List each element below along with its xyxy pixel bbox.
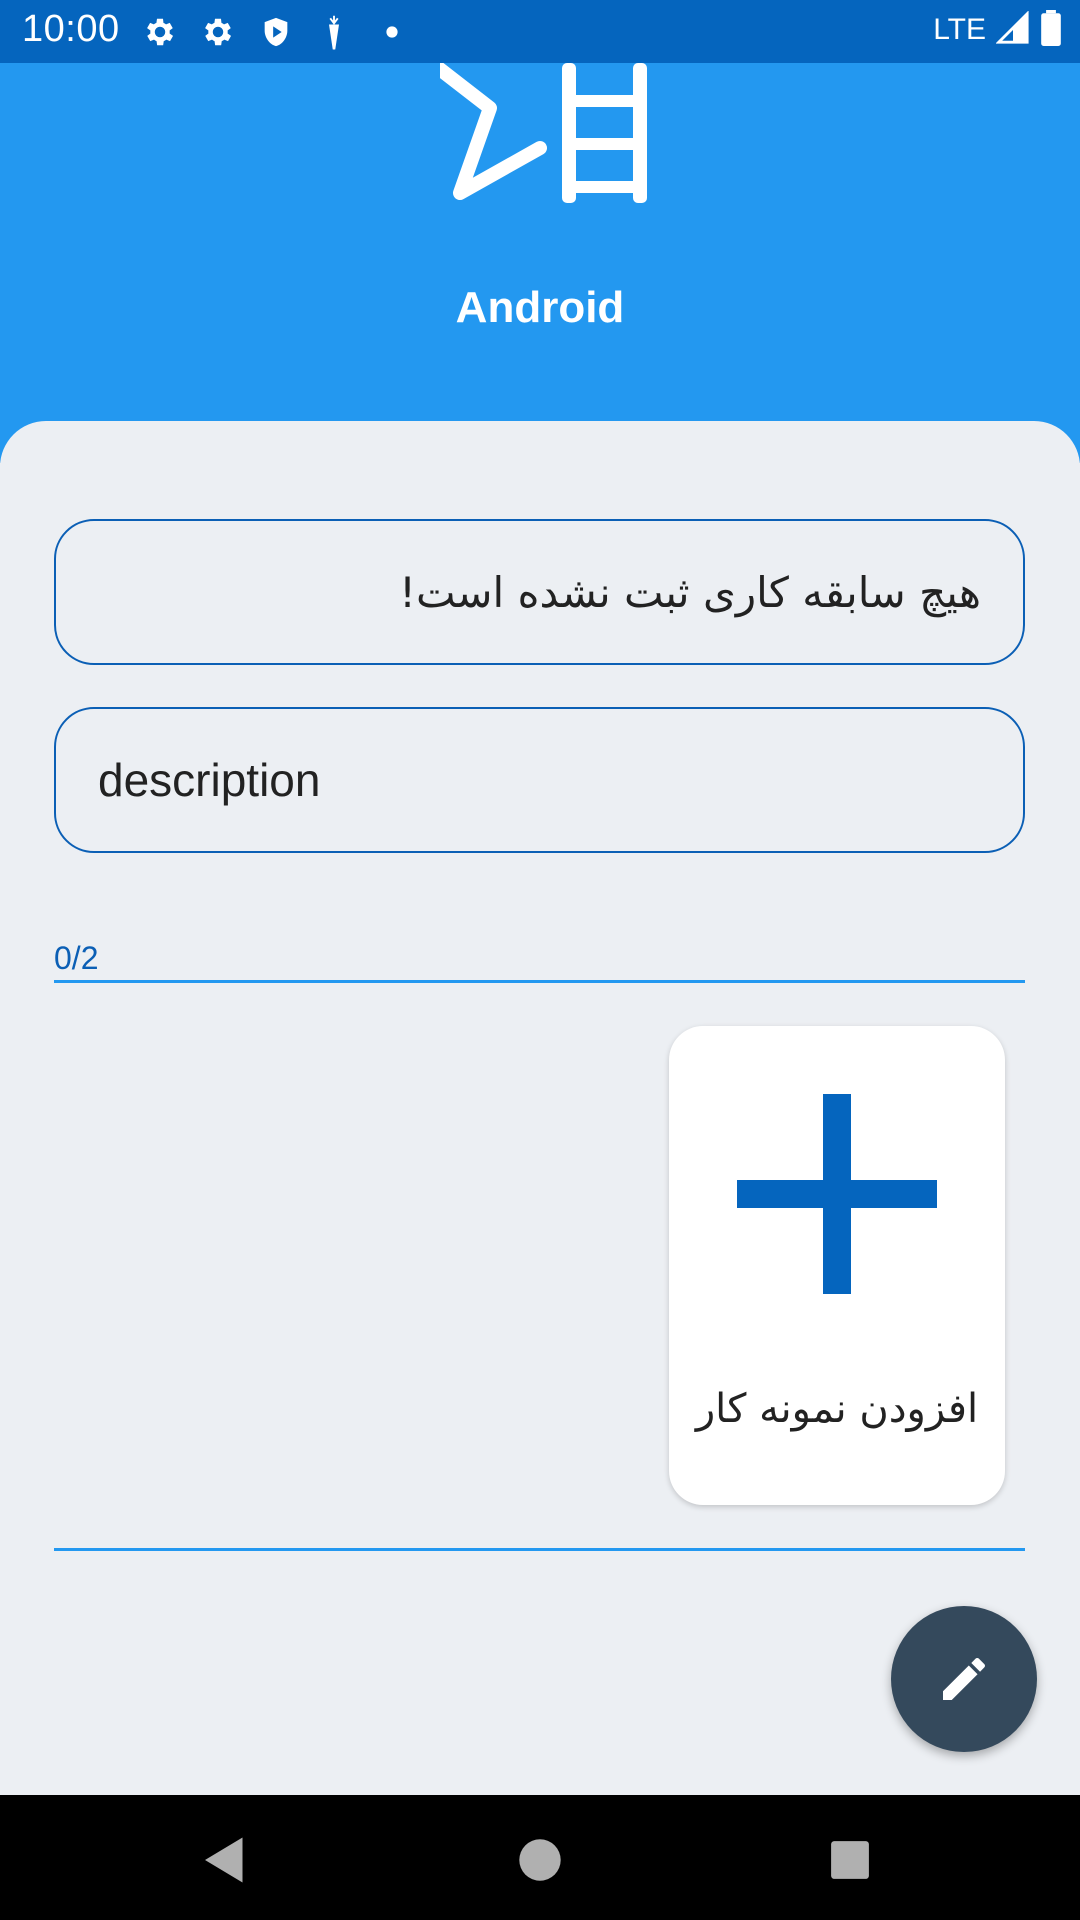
battery-icon [1040, 10, 1062, 50]
navigation-bar [0, 1795, 1080, 1920]
divider [54, 980, 1025, 983]
divider [54, 1548, 1025, 1551]
settings-icon [198, 12, 238, 52]
work-history-field[interactable]: هیچ سابقه کاری ثبت نشده است! [54, 519, 1025, 665]
profile-name: Android [455, 283, 625, 332]
add-portfolio-card[interactable]: افزودن نمونه کار [669, 1026, 1005, 1505]
pencil-icon [943, 1657, 986, 1700]
home-icon [519, 1839, 561, 1881]
portfolio-counter: 0/2 [54, 940, 99, 976]
work-history-text: هیچ سابقه کاری ثبت نشده است! [399, 567, 981, 617]
carrot-icon [314, 12, 354, 52]
profile-header: Android [0, 63, 1080, 463]
status-right: LTE [933, 10, 1062, 50]
screen: 10:00 LTE Android هیچ سابقه کاری ثبت نشد… [0, 0, 1080, 1920]
add-portfolio-label: افزودن نمونه کار [695, 1386, 979, 1432]
status-bar: 10:00 LTE [0, 0, 1080, 63]
status-icons [140, 12, 412, 52]
back-button[interactable] [190, 1825, 260, 1895]
status-time: 10:00 [22, 8, 120, 50]
plus-icon [737, 1094, 937, 1294]
back-icon [205, 1837, 243, 1883]
dot-icon [372, 12, 412, 52]
description-text: description [98, 754, 321, 806]
app-logo-icon [440, 63, 647, 203]
signal-icon [995, 10, 1030, 49]
network-type: LTE [933, 13, 986, 46]
edit-fab-button[interactable] [891, 1606, 1037, 1752]
settings-icon [140, 12, 180, 52]
home-button[interactable] [505, 1825, 575, 1895]
recent-apps-button[interactable] [815, 1825, 885, 1895]
description-field[interactable]: description [54, 707, 1025, 853]
shield-icon [256, 12, 296, 52]
recent-apps-icon [831, 1841, 869, 1879]
